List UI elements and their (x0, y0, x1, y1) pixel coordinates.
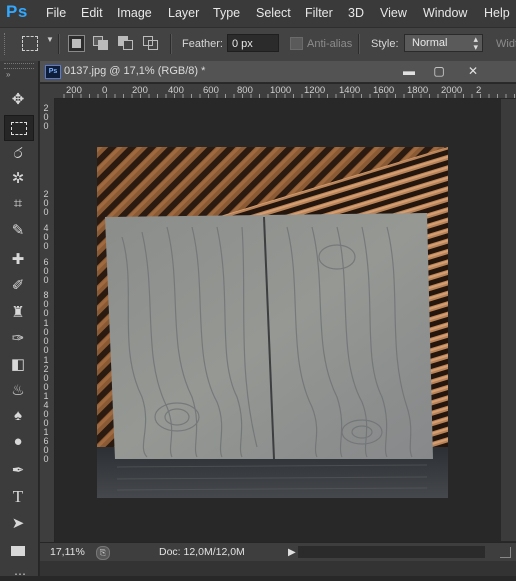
style-label: Style: (371, 38, 399, 50)
vertical-scrollbar[interactable] (501, 99, 516, 541)
crop-icon[interactable]: ⌗ (4, 192, 32, 216)
menu-window[interactable]: Window (423, 6, 467, 20)
ruler-tick: 8 0 0 (43, 290, 49, 318)
tools-panel: » ✥ ර ✲ ⌗ ✎ ✚ ✐ ♜ ✑ ◧ ♨ ♠ ● ✒ T ➤ ⋯ (0, 61, 39, 581)
options-grip[interactable] (4, 33, 8, 55)
ruler-origin[interactable] (40, 84, 61, 99)
photoshop-logo: Ps (6, 2, 28, 21)
ruler-tick: 2 0 0 (43, 103, 49, 131)
separator (58, 34, 60, 54)
stamp-icon[interactable]: ♜ (4, 301, 32, 325)
panel-grip[interactable] (4, 63, 34, 69)
path-select-icon[interactable]: ➤ (4, 512, 32, 536)
more-tools-icon[interactable]: ⋯ (14, 567, 26, 581)
status-bar: 17,11% ⎘ Doc: 12,0M/12,0M ▶ (40, 542, 516, 561)
width-label: Widt (496, 38, 516, 50)
style-select[interactable]: Normal ▴ ▾ (404, 34, 483, 52)
zoom-level[interactable]: 17,11% (50, 546, 85, 558)
eraser-icon[interactable]: ◧ (4, 353, 32, 377)
menu-help[interactable]: Help (484, 6, 510, 20)
menu-select[interactable]: Select (256, 6, 291, 20)
horizontal-ruler[interactable]: 200 0 200 400 600 800 1000 1200 1400 160… (60, 84, 516, 99)
document-size: Doc: 12,0M/12,0M (159, 546, 245, 558)
rectangle-icon[interactable] (4, 539, 32, 563)
export-icon[interactable]: ⎘ (96, 546, 110, 560)
ps-document-icon: Ps (45, 65, 61, 79)
magic-wand-icon[interactable]: ✲ (4, 167, 32, 191)
ruler-tick: 4 0 0 (43, 223, 49, 251)
ruler-tick: 6 0 0 (43, 257, 49, 285)
style-select-value: Normal (412, 37, 448, 49)
ruler-tick: 2 0 0 (43, 189, 49, 217)
ruler-tick: 1 2 0 0 (43, 355, 49, 392)
horizontal-scrollbar[interactable] (298, 546, 485, 558)
ruler-tick: 1 4 0 0 (43, 391, 49, 428)
vertical-ruler[interactable]: 2 0 0 2 0 0 4 0 0 6 0 0 8 0 0 1 0 0 0 1 … (40, 98, 55, 542)
document-title: 0137.jpg @ 17,1% (RGB/8) * (64, 65, 206, 77)
eyedropper-icon[interactable]: ✎ (4, 219, 32, 243)
menu-file[interactable]: File (46, 6, 66, 20)
pen-icon[interactable]: ✒ (4, 459, 32, 483)
menu-edit[interactable]: Edit (81, 6, 103, 20)
brush-icon[interactable]: ✐ (4, 274, 32, 298)
add-selection-button[interactable] (93, 36, 109, 50)
minimize-icon[interactable]: ▬ (397, 64, 421, 78)
blur-icon[interactable]: ♠ (4, 404, 32, 428)
menu-3d[interactable]: 3D (348, 6, 364, 20)
menu-bar: Ps File Edit Image Layer Type Select Fil… (0, 0, 516, 27)
ruler-tick: 1 6 0 0 (43, 427, 49, 464)
status-menu-arrow-icon[interactable]: ▶ (288, 547, 296, 558)
resize-grip-icon[interactable] (500, 547, 511, 558)
feather-label: Feather: (182, 38, 223, 50)
antialias-label: Anti-alias (307, 38, 353, 50)
new-selection-button[interactable] (68, 35, 85, 52)
healing-icon[interactable]: ✚ (4, 248, 32, 272)
preset-dropdown-icon[interactable]: ▼ (46, 35, 54, 44)
menu-filter[interactable]: Filter (305, 6, 333, 20)
ruler-ticks (63, 94, 515, 98)
ruler-tick: 1 0 0 0 (43, 318, 49, 355)
lasso-icon[interactable]: ර (4, 142, 32, 166)
document-image[interactable] (97, 147, 448, 498)
marquee-icon[interactable] (4, 115, 34, 141)
options-bar: ▼ Feather: 0 px Anti-alias Style: Normal… (0, 27, 516, 62)
panel-dock (40, 561, 516, 576)
close-icon[interactable]: ✕ (461, 64, 485, 78)
feather-input[interactable]: 0 px (227, 34, 279, 52)
canvas-area[interactable] (55, 99, 501, 541)
menu-layer[interactable]: Layer (168, 6, 199, 20)
intersect-selection-button[interactable] (143, 36, 159, 50)
stepper-icon: ▴ ▾ (473, 34, 478, 52)
dodge-icon[interactable]: ● (4, 430, 32, 454)
type-icon[interactable]: T (4, 485, 32, 509)
separator (358, 34, 360, 54)
separator (170, 34, 172, 54)
paint-bucket-icon[interactable]: ♨ (4, 379, 32, 403)
menu-type[interactable]: Type (213, 6, 240, 20)
marquee-preset-icon[interactable] (22, 36, 38, 51)
history-brush-icon[interactable]: ✑ (4, 327, 32, 351)
document-tab[interactable]: Ps 0137.jpg @ 17,1% (RGB/8) * ▬ ▢ ✕ (40, 61, 516, 83)
antialias-checkbox[interactable] (290, 37, 303, 50)
collapse-icon[interactable]: » (6, 70, 10, 79)
subtract-selection-button[interactable] (118, 36, 134, 50)
maximize-icon[interactable]: ▢ (427, 64, 451, 78)
menu-view[interactable]: View (380, 6, 407, 20)
move-icon[interactable]: ✥ (4, 88, 32, 112)
menu-image[interactable]: Image (117, 6, 152, 20)
